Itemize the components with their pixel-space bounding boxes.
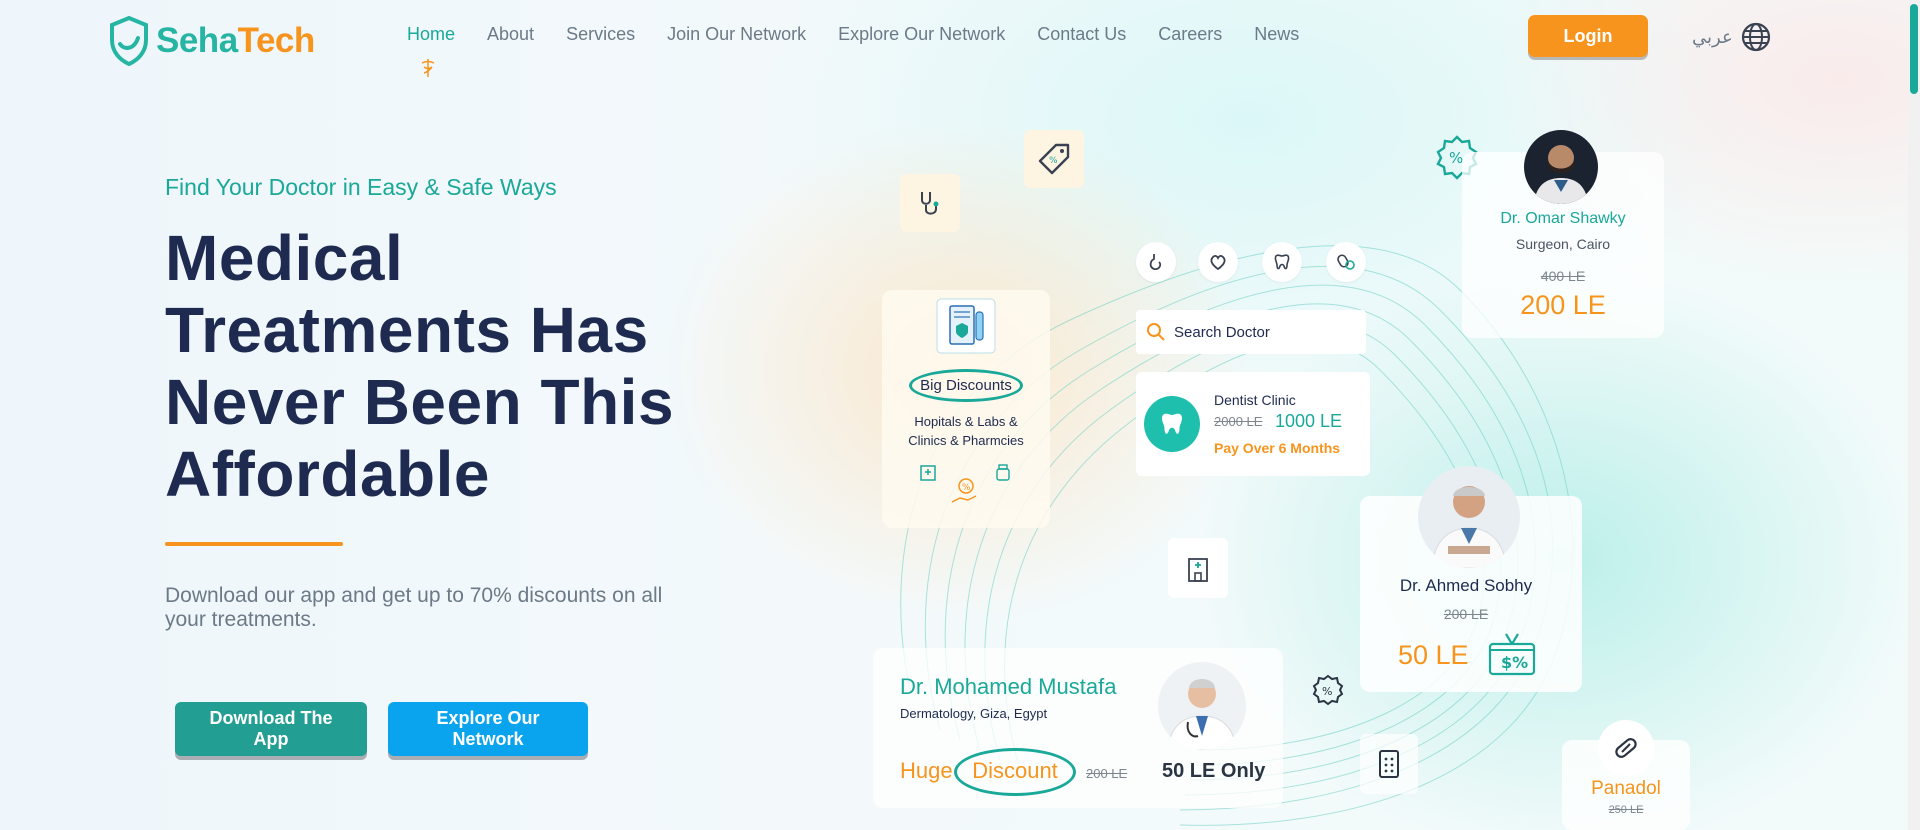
doctor-old-price-omar: 400 LE bbox=[1540, 268, 1586, 284]
doctor-name-ahmed: Dr. Ahmed Sobhy bbox=[1399, 576, 1533, 595]
big-discounts-description: Hopitals & Labs & Clinics & Pharmcies bbox=[882, 412, 1050, 450]
nav-news[interactable]: News bbox=[1254, 24, 1299, 45]
gift-discount-icon: $% bbox=[1488, 633, 1536, 676]
doctor-search-input[interactable]: Search Doctor bbox=[1136, 310, 1366, 354]
doctor-role-mustafa: Dermatology, Giza, Egypt bbox=[900, 706, 1048, 721]
language-label: عربي bbox=[1692, 26, 1733, 47]
headline-line: Affordable bbox=[165, 438, 490, 510]
headline-underline bbox=[165, 542, 343, 546]
percent-gear-icon: % bbox=[1312, 674, 1344, 706]
dentist-new-price: 1000 LE bbox=[1275, 411, 1343, 431]
hero-subtext: Download our app and get up to 70% disco… bbox=[165, 584, 663, 631]
globe-icon bbox=[1741, 22, 1770, 52]
login-button[interactable]: Login bbox=[1528, 15, 1648, 57]
pill-icon bbox=[1615, 738, 1637, 758]
brand-name: SehaTech bbox=[156, 21, 315, 61]
hero-headline: Medical Treatments Has Never Been This A… bbox=[165, 222, 725, 510]
dentist-title: Dentist Clinic bbox=[1214, 392, 1296, 408]
nav-home[interactable]: Home bbox=[407, 24, 455, 45]
brand-logo[interactable]: SehaTech bbox=[108, 16, 315, 66]
dentist-payment-note: Pay Over 6 Months bbox=[1214, 440, 1341, 456]
big-discounts-line: Clinics & Pharmcies bbox=[908, 433, 1024, 448]
nav-about[interactable]: About bbox=[487, 24, 534, 45]
tooth-avatar-icon bbox=[1144, 396, 1200, 452]
doctor-avatar-omar bbox=[1524, 130, 1598, 204]
language-switcher[interactable]: عربي bbox=[1692, 22, 1771, 52]
search-placeholder: Search Doctor bbox=[1174, 323, 1270, 341]
headline-line: Medical bbox=[165, 222, 404, 294]
dentist-old-price: 2000 LE bbox=[1214, 414, 1263, 429]
nav-contact[interactable]: Contact Us bbox=[1037, 24, 1126, 45]
price-tag-tile: % bbox=[1024, 130, 1084, 188]
svg-text:%: % bbox=[1322, 685, 1332, 698]
nav-join-network[interactable]: Join Our Network bbox=[667, 24, 806, 45]
calculator-icon bbox=[1379, 750, 1399, 778]
doctor-name-mustafa: Dr. Mohamed Mustafa bbox=[900, 674, 1117, 699]
discount-tag-icon: % bbox=[1038, 143, 1070, 175]
active-nav-caduceus-icon bbox=[421, 59, 435, 77]
svg-text:$%: $% bbox=[1501, 653, 1528, 672]
big-discounts-line: Hopitals & Labs & bbox=[914, 414, 1018, 429]
nav-services[interactable]: Services bbox=[566, 24, 635, 45]
stethoscope-icon bbox=[921, 192, 939, 215]
hospital-icon bbox=[920, 465, 936, 481]
pills-category-icon[interactable] bbox=[1326, 242, 1366, 282]
dentist-clinic-card[interactable]: Dentist Clinic 2000 LE 1000 LE Pay Over … bbox=[1136, 372, 1370, 476]
calculator-tile bbox=[1360, 734, 1418, 794]
heart-category-icon[interactable] bbox=[1198, 242, 1238, 282]
download-app-button[interactable]: Download The App bbox=[175, 702, 367, 756]
medicine-old-price-panadol: 250 LE bbox=[1608, 804, 1644, 816]
doctor-avatar-ahmed bbox=[1418, 466, 1520, 568]
doctor-old-price-mustafa: 200 LE bbox=[1086, 766, 1128, 781]
pill-avatar bbox=[1598, 720, 1654, 776]
stethoscope-tile bbox=[900, 174, 960, 232]
main-nav: Home About Services Join Our Network Exp… bbox=[407, 24, 1299, 45]
doctor-new-price-mustafa: 50 LE Only bbox=[1162, 760, 1266, 782]
headline-line: Treatments Has bbox=[165, 294, 649, 366]
shield-logo-icon bbox=[110, 16, 148, 66]
headline-line: Never Been This bbox=[165, 366, 675, 438]
huge-label: Huge bbox=[900, 758, 953, 783]
search-icon bbox=[1147, 323, 1165, 341]
doctor-role-omar: Surgeon, Cairo bbox=[1515, 236, 1611, 252]
big-discounts-badge: Big Discounts bbox=[909, 369, 1023, 402]
medicine-bottle-icon bbox=[996, 464, 1010, 481]
hospital-building-icon bbox=[1188, 558, 1208, 582]
explore-network-button[interactable]: Explore Our Network bbox=[388, 702, 588, 756]
brand-name-seha: Seha bbox=[156, 21, 238, 60]
hand-discount-icon: % bbox=[951, 478, 977, 503]
hospital-tile bbox=[1168, 538, 1228, 598]
doctor-new-price-omar: 200 LE bbox=[1520, 290, 1606, 320]
doctor-name-omar: Dr. Omar Shawky bbox=[1500, 210, 1626, 227]
big-discounts-card: Big Discounts Hopitals & Labs & Clinics … bbox=[882, 290, 1050, 528]
hero-tagline: Find Your Doctor in Easy & Safe Ways bbox=[165, 174, 557, 200]
doctor-old-price-ahmed: 200 LE bbox=[1443, 606, 1489, 622]
page-scrollbar[interactable] bbox=[1908, 0, 1920, 830]
doctor-avatar-mustafa bbox=[1158, 662, 1246, 750]
brand-name-tech: Tech bbox=[237, 21, 316, 60]
discount-badge: Discount bbox=[954, 748, 1076, 796]
nav-careers[interactable]: Careers bbox=[1158, 24, 1222, 45]
svg-text:%: % bbox=[962, 483, 971, 493]
scrollbar-thumb[interactable] bbox=[1910, 4, 1918, 94]
tooth-category-icon[interactable] bbox=[1262, 242, 1302, 282]
svg-text:%: % bbox=[1049, 156, 1058, 166]
stomach-category-icon[interactable] bbox=[1136, 242, 1176, 282]
medicine-name-panadol: Panadol bbox=[1591, 778, 1661, 799]
medical-report-icon bbox=[936, 298, 996, 354]
nav-explore-network[interactable]: Explore Our Network bbox=[838, 24, 1005, 45]
doctor-new-price-ahmed: 50 LE bbox=[1398, 640, 1469, 670]
